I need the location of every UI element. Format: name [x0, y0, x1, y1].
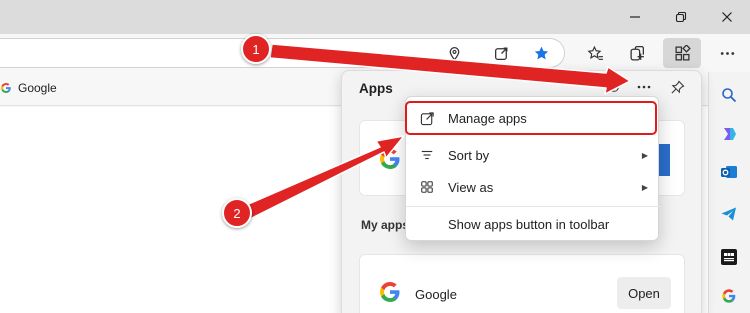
favorites-icon[interactable] [584, 42, 606, 64]
address-bar[interactable] [0, 38, 565, 68]
minimize-icon [630, 16, 640, 18]
google-icon [1, 82, 11, 94]
search-icon[interactable] [717, 83, 741, 107]
google-icon[interactable] [717, 284, 741, 308]
highlight-annotation [405, 101, 657, 135]
my-apps-heading: My apps [361, 218, 410, 232]
chevron-right-icon: ▶ [641, 182, 648, 192]
chevron-right-icon: ▶ [641, 150, 648, 160]
apps-panel-title: Apps [359, 81, 393, 96]
open-app-button[interactable]: Open [617, 277, 671, 309]
step-badge-1: 1 [241, 34, 271, 64]
google-icon [380, 281, 400, 303]
menu-item-sort-by[interactable]: Sort by ▶ [406, 139, 660, 171]
installed-app-card: Google Open [359, 254, 685, 313]
menu-item-label: Show apps button in toolbar [448, 216, 610, 232]
location-icon[interactable] [443, 42, 465, 64]
copilot-icon[interactable] [717, 122, 741, 146]
window-title-bar [0, 0, 750, 34]
apps-icon [671, 42, 693, 64]
menu-item-label: View as [448, 179, 494, 195]
sort-icon [419, 147, 435, 163]
minimize-button[interactable] [612, 0, 658, 34]
close-button[interactable] [704, 0, 750, 34]
restore-button[interactable] [658, 0, 704, 34]
step-badge-2: 2 [222, 198, 252, 228]
restore-icon [675, 11, 687, 23]
telegram-icon[interactable] [717, 202, 741, 226]
edge-sidebar [708, 72, 750, 313]
menu-divider [406, 206, 660, 207]
app-name: Google [415, 287, 457, 302]
grid-icon [419, 179, 435, 195]
menu-item-view-as[interactable]: View as ▶ [406, 171, 660, 203]
menu-item-show-apps-button[interactable]: Show apps button in toolbar [406, 208, 660, 240]
share-icon[interactable] [490, 42, 512, 64]
star-filled-icon[interactable] [530, 42, 552, 64]
google-icon [380, 148, 400, 170]
more-icon[interactable] [716, 42, 738, 64]
bbc-icon[interactable] [717, 245, 741, 269]
close-icon [722, 12, 732, 22]
favorite-label: Google [18, 81, 57, 95]
favorite-item[interactable]: Google [0, 81, 57, 95]
outlook-icon[interactable] [717, 160, 741, 184]
menu-item-label: Sort by [448, 147, 490, 163]
collections-icon[interactable] [626, 42, 648, 64]
pin-icon[interactable] [665, 75, 689, 99]
